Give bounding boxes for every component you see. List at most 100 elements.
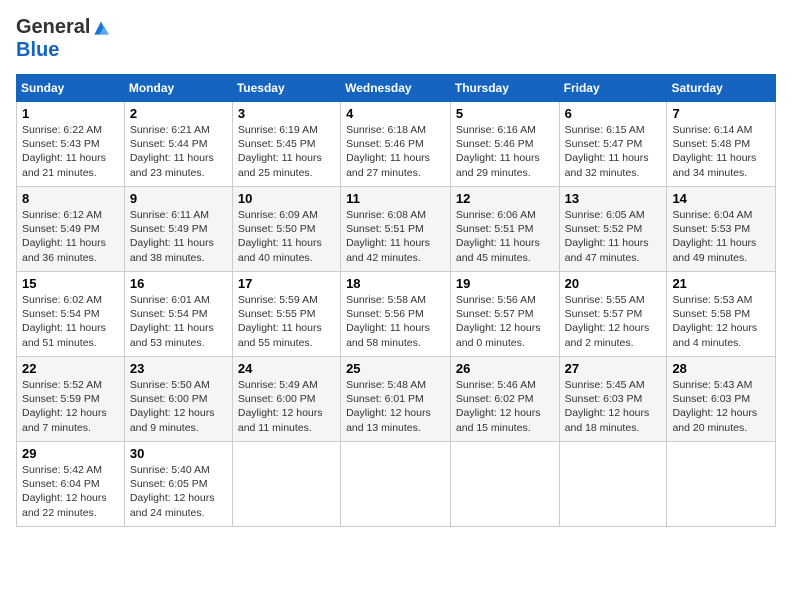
day-info: Sunrise: 6:21 AM Sunset: 5:44 PM Dayligh… — [130, 123, 227, 180]
day-info: Sunrise: 6:19 AM Sunset: 5:45 PM Dayligh… — [238, 123, 335, 180]
day-info: Sunrise: 5:53 AM Sunset: 5:58 PM Dayligh… — [672, 293, 770, 350]
day-header-monday: Monday — [124, 75, 232, 102]
day-number: 2 — [130, 106, 227, 121]
day-info: Sunrise: 6:15 AM Sunset: 5:47 PM Dayligh… — [565, 123, 662, 180]
day-number: 5 — [456, 106, 554, 121]
day-number: 17 — [238, 276, 335, 291]
calendar-cell: 20 Sunrise: 5:55 AM Sunset: 5:57 PM Dayli… — [559, 272, 667, 357]
day-number: 3 — [238, 106, 335, 121]
day-info: Sunrise: 6:14 AM Sunset: 5:48 PM Dayligh… — [672, 123, 770, 180]
calendar-cell: 2 Sunrise: 6:21 AM Sunset: 5:44 PM Daylig… — [124, 102, 232, 187]
calendar-cell: 16 Sunrise: 6:01 AM Sunset: 5:54 PM Dayli… — [124, 272, 232, 357]
day-number: 22 — [22, 361, 119, 376]
calendar-cell: 28Sunrise: 5:43 AM Sunset: 6:03 PM Dayli… — [667, 357, 776, 442]
calendar-week-2: 8Sunrise: 6:12 AM Sunset: 5:49 PM Daylig… — [17, 187, 776, 272]
calendar-cell: 5 Sunrise: 6:16 AM Sunset: 5:46 PM Daylig… — [450, 102, 559, 187]
day-header-thursday: Thursday — [450, 75, 559, 102]
day-info: Sunrise: 6:02 AM Sunset: 5:54 PM Dayligh… — [22, 293, 119, 350]
day-info: Sunrise: 5:52 AM Sunset: 5:59 PM Dayligh… — [22, 378, 119, 435]
day-info: Sunrise: 6:09 AM Sunset: 5:50 PM Dayligh… — [238, 208, 335, 265]
day-number: 12 — [456, 191, 554, 206]
day-number: 29 — [22, 446, 119, 461]
day-info: Sunrise: 5:55 AM Sunset: 5:57 PM Dayligh… — [565, 293, 662, 350]
calendar-cell: 13 Sunrise: 6:05 AM Sunset: 5:52 PM Dayli… — [559, 187, 667, 272]
calendar-cell: 14Sunrise: 6:04 AM Sunset: 5:53 PM Dayli… — [667, 187, 776, 272]
day-number: 21 — [672, 276, 770, 291]
day-header-friday: Friday — [559, 75, 667, 102]
calendar-cell: 23 Sunrise: 5:50 AM Sunset: 6:00 PM Dayli… — [124, 357, 232, 442]
calendar-cell: 19Sunrise: 5:56 AM Sunset: 5:57 PM Dayli… — [450, 272, 559, 357]
day-number: 18 — [346, 276, 445, 291]
calendar-week-5: 29Sunrise: 5:42 AM Sunset: 6:04 PM Dayli… — [17, 442, 776, 527]
calendar-cell — [232, 442, 340, 527]
day-number: 25 — [346, 361, 445, 376]
day-number: 27 — [565, 361, 662, 376]
day-info: Sunrise: 5:59 AM Sunset: 5:55 PM Dayligh… — [238, 293, 335, 350]
day-number: 10 — [238, 191, 335, 206]
day-header-saturday: Saturday — [667, 75, 776, 102]
day-number: 23 — [130, 361, 227, 376]
logo: General Blue — [16, 16, 112, 62]
calendar-cell: 12 Sunrise: 6:06 AM Sunset: 5:51 PM Dayli… — [450, 187, 559, 272]
calendar-cell: 10 Sunrise: 6:09 AM Sunset: 5:50 PM Dayli… — [232, 187, 340, 272]
day-info: Sunrise: 6:11 AM Sunset: 5:49 PM Dayligh… — [130, 208, 227, 265]
day-info: Sunrise: 5:49 AM Sunset: 6:00 PM Dayligh… — [238, 378, 335, 435]
day-info: Sunrise: 6:06 AM Sunset: 5:51 PM Dayligh… — [456, 208, 554, 265]
day-number: 26 — [456, 361, 554, 376]
calendar-cell: 27 Sunrise: 5:45 AM Sunset: 6:03 PM Dayli… — [559, 357, 667, 442]
calendar-week-4: 22 Sunrise: 5:52 AM Sunset: 5:59 PM Dayli… — [17, 357, 776, 442]
day-info: Sunrise: 6:01 AM Sunset: 5:54 PM Dayligh… — [130, 293, 227, 350]
day-header-tuesday: Tuesday — [232, 75, 340, 102]
day-header-wednesday: Wednesday — [341, 75, 451, 102]
calendar-cell: 7 Sunrise: 6:14 AM Sunset: 5:48 PM Daylig… — [667, 102, 776, 187]
calendar-cell: 1 Sunrise: 6:22 AM Sunset: 5:43 PM Daylig… — [17, 102, 125, 187]
calendar-cell: 11Sunrise: 6:08 AM Sunset: 5:51 PM Dayli… — [341, 187, 451, 272]
logo-blue: Blue — [16, 39, 59, 61]
day-info: Sunrise: 6:16 AM Sunset: 5:46 PM Dayligh… — [456, 123, 554, 180]
day-info: Sunrise: 5:46 AM Sunset: 6:02 PM Dayligh… — [456, 378, 554, 435]
day-number: 30 — [130, 446, 227, 461]
day-info: Sunrise: 6:05 AM Sunset: 5:52 PM Dayligh… — [565, 208, 662, 265]
calendar-cell: 6 Sunrise: 6:15 AM Sunset: 5:47 PM Daylig… — [559, 102, 667, 187]
calendar-cell: 15 Sunrise: 6:02 AM Sunset: 5:54 PM Dayli… — [17, 272, 125, 357]
calendar-cell — [341, 442, 451, 527]
day-number: 15 — [22, 276, 119, 291]
calendar-cell — [559, 442, 667, 527]
day-number: 1 — [22, 106, 119, 121]
calendar-table: SundayMondayTuesdayWednesdayThursdayFrid… — [16, 74, 776, 527]
day-number: 13 — [565, 191, 662, 206]
calendar-cell: 9 Sunrise: 6:11 AM Sunset: 5:49 PM Daylig… — [124, 187, 232, 272]
day-number: 8 — [22, 191, 119, 206]
logo-general: General — [16, 16, 90, 39]
day-number: 6 — [565, 106, 662, 121]
day-number: 19 — [456, 276, 554, 291]
day-number: 16 — [130, 276, 227, 291]
logo-icon — [91, 18, 111, 38]
day-info: Sunrise: 6:18 AM Sunset: 5:46 PM Dayligh… — [346, 123, 445, 180]
day-header-sunday: Sunday — [17, 75, 125, 102]
day-info: Sunrise: 5:43 AM Sunset: 6:03 PM Dayligh… — [672, 378, 770, 435]
calendar-header-row: SundayMondayTuesdayWednesdayThursdayFrid… — [17, 75, 776, 102]
calendar-cell: 30 Sunrise: 5:40 AM Sunset: 6:05 PM Dayli… — [124, 442, 232, 527]
calendar-cell: 8Sunrise: 6:12 AM Sunset: 5:49 PM Daylig… — [17, 187, 125, 272]
calendar-cell: 26 Sunrise: 5:46 AM Sunset: 6:02 PM Dayli… — [450, 357, 559, 442]
day-info: Sunrise: 5:45 AM Sunset: 6:03 PM Dayligh… — [565, 378, 662, 435]
calendar-cell — [450, 442, 559, 527]
day-info: Sunrise: 5:58 AM Sunset: 5:56 PM Dayligh… — [346, 293, 445, 350]
calendar-cell: 21 Sunrise: 5:53 AM Sunset: 5:58 PM Dayli… — [667, 272, 776, 357]
calendar-cell: 18 Sunrise: 5:58 AM Sunset: 5:56 PM Dayli… — [341, 272, 451, 357]
calendar-cell: 29Sunrise: 5:42 AM Sunset: 6:04 PM Dayli… — [17, 442, 125, 527]
day-info: Sunrise: 6:22 AM Sunset: 5:43 PM Dayligh… — [22, 123, 119, 180]
day-info: Sunrise: 5:48 AM Sunset: 6:01 PM Dayligh… — [346, 378, 445, 435]
day-number: 20 — [565, 276, 662, 291]
calendar-cell: 25 Sunrise: 5:48 AM Sunset: 6:01 PM Dayli… — [341, 357, 451, 442]
day-info: Sunrise: 5:50 AM Sunset: 6:00 PM Dayligh… — [130, 378, 227, 435]
day-number: 4 — [346, 106, 445, 121]
day-info: Sunrise: 5:40 AM Sunset: 6:05 PM Dayligh… — [130, 463, 227, 520]
day-number: 14 — [672, 191, 770, 206]
calendar-week-1: 1 Sunrise: 6:22 AM Sunset: 5:43 PM Daylig… — [17, 102, 776, 187]
day-number: 9 — [130, 191, 227, 206]
day-info: Sunrise: 6:08 AM Sunset: 5:51 PM Dayligh… — [346, 208, 445, 265]
calendar-cell: 4 Sunrise: 6:18 AM Sunset: 5:46 PM Daylig… — [341, 102, 451, 187]
day-number: 7 — [672, 106, 770, 121]
